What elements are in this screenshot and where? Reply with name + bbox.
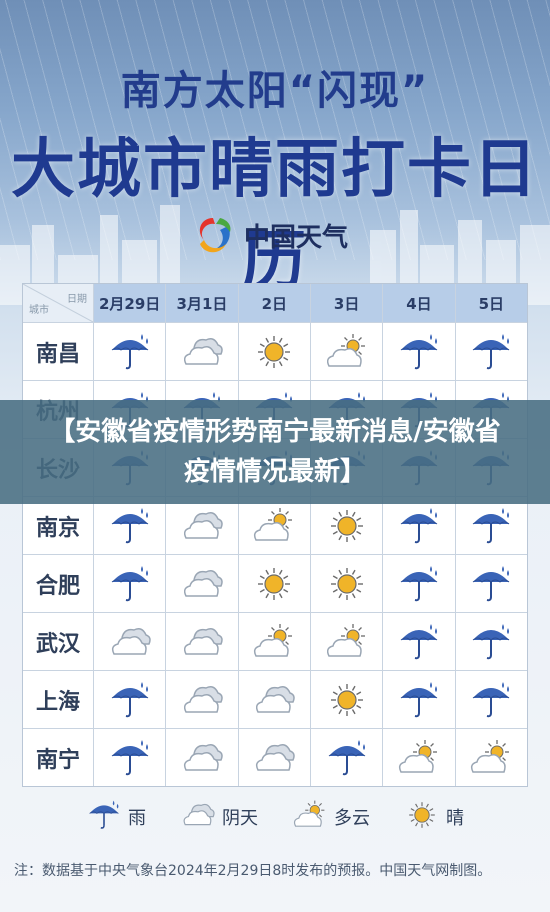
article-title-banner: 【安徽省疫情形势南宁最新消息/安徽省疫情情况最新】 xyxy=(0,400,550,504)
legend-item-sunny: 晴 xyxy=(404,799,464,836)
sunny-icon xyxy=(309,497,382,554)
sunny-icon xyxy=(237,555,310,612)
date-header: 3日 xyxy=(309,284,383,322)
rain-icon xyxy=(454,323,527,380)
rain-icon xyxy=(454,671,527,728)
rain-icon xyxy=(93,497,165,554)
table-row: 武汉 xyxy=(23,612,527,670)
rain-icon xyxy=(86,799,122,836)
date-header: 2日 xyxy=(237,284,310,322)
table-corner-cell: 日期 城市 xyxy=(23,284,93,322)
table-header-row: 日期 城市 2月29日 3月1日 2日 3日 4日 5日 xyxy=(23,284,527,322)
table-row: 南京 xyxy=(23,496,527,554)
cloudy-icon xyxy=(165,729,237,786)
legend-label: 晴 xyxy=(446,808,464,829)
table-row: 上海 xyxy=(23,670,527,728)
partly-cloudy-icon xyxy=(237,497,310,554)
sunny-icon xyxy=(237,323,310,380)
rain-icon xyxy=(93,671,165,728)
legend-label: 雨 xyxy=(128,808,146,829)
article-title: 【安徽省疫情形势南宁最新消息/安徽省疫情情况最新】 xyxy=(49,417,501,487)
legend-item-cloudy: 阴天 xyxy=(180,799,258,836)
city-name: 南宁 xyxy=(35,747,80,773)
rain-icon xyxy=(382,613,454,670)
rain-icon xyxy=(382,323,454,380)
rain-icon xyxy=(93,555,165,612)
legend-item-partly-cloudy: 多云 xyxy=(292,799,370,836)
page-subtitle: 南方太阳“闪现” xyxy=(120,68,430,114)
partly-cloudy-icon xyxy=(237,613,310,670)
cloudy-icon xyxy=(180,799,216,836)
date-header: 3月1日 xyxy=(165,284,238,322)
rain-icon xyxy=(309,729,382,786)
partly-cloudy-icon xyxy=(309,613,382,670)
city-name: 上海 xyxy=(35,689,80,715)
source-footnote: 注：数据基于中央气象台2024年2月29日8时发布的预报。中国天气网制图。 xyxy=(14,863,492,879)
sunny-icon xyxy=(404,799,440,836)
cloudy-icon xyxy=(165,613,237,670)
table-body: 南昌杭州长沙南京合肥武汉上海南宁 xyxy=(23,322,527,786)
rain-icon xyxy=(382,555,454,612)
partly-cloudy-icon xyxy=(292,799,328,836)
date-header: 2月29日 xyxy=(93,284,166,322)
cloudy-icon xyxy=(237,671,310,728)
brand-name: 中国天气 xyxy=(244,222,349,253)
rain-icon xyxy=(382,671,454,728)
partly-cloudy-icon xyxy=(382,729,454,786)
cloudy-icon xyxy=(237,729,310,786)
city-name: 合肥 xyxy=(35,573,80,599)
rain-icon xyxy=(382,497,454,554)
rain-icon xyxy=(454,613,527,670)
sunny-icon xyxy=(309,555,382,612)
legend-item-rain: 雨 xyxy=(86,799,146,836)
table-row: 合肥 xyxy=(23,554,527,612)
sunny-icon xyxy=(309,671,382,728)
date-header: 5日 xyxy=(454,284,527,322)
city-name: 武汉 xyxy=(35,631,80,657)
cloudy-icon xyxy=(165,497,237,554)
cloudy-icon xyxy=(165,671,237,728)
corner-city-label: 城市 xyxy=(29,305,49,316)
brand-logo: 中国天气 xyxy=(190,214,348,256)
cloudy-icon xyxy=(93,613,165,670)
cloudy-icon xyxy=(165,323,237,380)
weather-legend: 雨 阴天 多云 晴 xyxy=(0,797,550,837)
partly-cloudy-icon xyxy=(309,323,382,380)
rain-icon xyxy=(93,729,165,786)
table-row: 南昌 xyxy=(23,322,527,380)
partly-cloudy-icon xyxy=(454,729,527,786)
rain-icon xyxy=(454,497,527,554)
weather-calendar-table: 日期 城市 2月29日 3月1日 2日 3日 4日 5日 南昌杭州长沙南京合肥武… xyxy=(22,283,528,787)
table-row: 南宁 xyxy=(23,728,527,786)
legend-label: 阴天 xyxy=(222,808,258,829)
city-name: 南昌 xyxy=(35,341,80,367)
date-header: 4日 xyxy=(382,284,455,322)
legend-label: 多云 xyxy=(334,808,370,829)
rain-icon xyxy=(454,555,527,612)
page-title: 大城市晴雨打卡日历 xyxy=(11,133,539,299)
corner-date-label: 日期 xyxy=(67,294,87,305)
cloudy-icon xyxy=(165,555,237,612)
rain-icon xyxy=(93,323,165,380)
city-name: 南京 xyxy=(35,515,80,541)
china-weather-logo-icon xyxy=(199,218,231,253)
